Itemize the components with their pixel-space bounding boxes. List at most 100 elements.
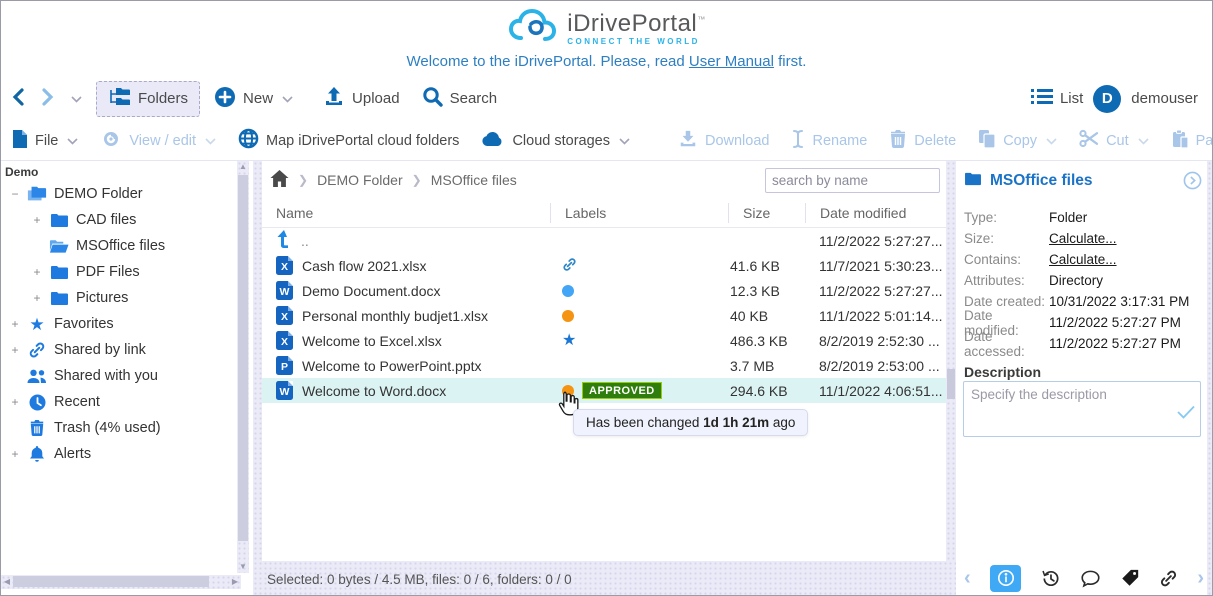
breadcrumb-item-demo-folder[interactable]: DEMO Folder: [317, 172, 403, 188]
orange-dot-label-icon[interactable]: [562, 310, 574, 322]
breadcrumb-item-msoffice-files[interactable]: MSOffice files: [431, 172, 517, 188]
tree-item-alerts[interactable]: + Alerts: [1, 441, 253, 467]
clipboard-icon: [1171, 129, 1189, 153]
eye-icon: [100, 131, 122, 151]
cut-button[interactable]: Cut: [1079, 129, 1149, 152]
tabs-scroll-left-icon[interactable]: ‹: [964, 568, 971, 588]
collapse-expander[interactable]: −: [9, 187, 21, 201]
sidebar-horizontal-scrollbar[interactable]: ◀ ▶: [1, 575, 241, 589]
tree-item-favorites[interactable]: + ★ Favorites: [1, 311, 253, 337]
home-icon[interactable]: [270, 170, 289, 190]
blue-dot-label-icon[interactable]: [562, 285, 574, 297]
tabs-scroll-right-icon[interactable]: ›: [1197, 568, 1204, 588]
labels-tab-button[interactable]: [1120, 568, 1140, 588]
tree-item-label: Shared with you: [54, 368, 158, 384]
table-row-demo-document[interactable]: W Demo Document.docx 12.3 KB 11/2/2022 5…: [262, 278, 946, 303]
map-cloud-folders-button[interactable]: Map iDrivePortal cloud folders: [238, 128, 459, 153]
tree-item-cad-files[interactable]: + CAD files: [1, 207, 253, 233]
sidebar-vertical-scrollbar[interactable]: ▲ ▼: [237, 161, 249, 573]
expand-details-icon[interactable]: [1183, 171, 1202, 195]
expand-expander[interactable]: +: [9, 317, 21, 331]
tree-item-shared-with-you[interactable]: Shared with you: [1, 363, 253, 389]
list-view-button[interactable]: List: [1031, 88, 1083, 109]
upload-button[interactable]: Upload: [323, 86, 400, 112]
user-avatar[interactable]: D: [1093, 85, 1121, 113]
scroll-thumb[interactable]: [13, 576, 209, 587]
cut-label: Cut: [1106, 133, 1129, 149]
links-tab-button[interactable]: [1159, 569, 1178, 588]
tree-item-demo-folder[interactable]: − DEMO Folder: [1, 181, 253, 207]
column-header-date-modified[interactable]: Date modified: [805, 203, 946, 223]
rename-button[interactable]: Rename: [791, 129, 867, 153]
forward-button[interactable]: [40, 87, 55, 111]
expand-expander[interactable]: +: [31, 291, 43, 305]
tree-item-label: Alerts: [54, 446, 91, 462]
details-title-text: MSOffice files: [990, 172, 1093, 190]
brand-name: iDrivePortal™: [567, 12, 706, 36]
field-label: Contains:: [964, 252, 1049, 267]
star-label-icon[interactable]: ★: [562, 333, 576, 349]
download-label: Download: [705, 133, 770, 149]
expand-expander[interactable]: +: [31, 213, 43, 227]
description-box: [963, 381, 1201, 437]
filelist-vertical-scrollbar[interactable]: [946, 161, 956, 596]
table-row-welcome-powerpoint[interactable]: P Welcome to PowerPoint.pptx 3.7 MB 8/2/…: [262, 353, 946, 378]
user-manual-link[interactable]: User Manual: [689, 53, 774, 70]
new-button[interactable]: New: [214, 86, 293, 112]
search-input[interactable]: [766, 173, 955, 188]
column-header-size[interactable]: Size: [728, 203, 805, 223]
tree-item-trash[interactable]: Trash (4% used): [1, 415, 253, 441]
scroll-left-arrow[interactable]: ◀: [1, 575, 13, 589]
expand-expander[interactable]: +: [31, 265, 43, 279]
scroll-right-arrow[interactable]: ▶: [229, 575, 241, 589]
scroll-thumb[interactable]: [238, 175, 248, 541]
expand-expander[interactable]: +: [9, 343, 21, 357]
history-dropdown-chevron-icon[interactable]: [71, 91, 82, 106]
back-button[interactable]: [11, 87, 26, 111]
details-title: MSOffice files: [964, 171, 1093, 191]
delete-button[interactable]: Delete: [889, 129, 956, 153]
description-textarea[interactable]: [964, 382, 1200, 436]
tree-item-pdf-files[interactable]: + PDF Files: [1, 259, 253, 285]
paste-button[interactable]: Paste: [1171, 129, 1213, 153]
username[interactable]: demouser: [1131, 90, 1198, 107]
calculate-contains-link[interactable]: Calculate...: [1049, 252, 1117, 267]
file-date: 11/2/2022 5:27:27...: [805, 283, 946, 299]
table-row-personal-budget[interactable]: X Personal monthly budjet1.xlsx 40 KB 11…: [262, 303, 946, 328]
tree-item-label: MSOffice files: [76, 238, 165, 254]
calculate-size-link[interactable]: Calculate...: [1049, 231, 1117, 246]
table-row-cash-flow[interactable]: X Cash flow 2021.xlsx 41.6 KB 11/7/2021 …: [262, 253, 946, 278]
table-row-welcome-excel[interactable]: X Welcome to Excel.xlsx ★ 486.3 KB 8/2/2…: [262, 328, 946, 353]
expand-expander[interactable]: +: [9, 447, 21, 461]
file-date: 11/1/2022 5:01:14...: [805, 308, 946, 324]
column-header-labels[interactable]: Labels: [550, 203, 728, 223]
confirm-check-icon[interactable]: [1177, 405, 1195, 424]
comments-tab-button[interactable]: [1080, 569, 1101, 588]
bell-icon: [27, 445, 47, 463]
tree-item-recent[interactable]: + Recent: [1, 389, 253, 415]
expand-expander[interactable]: +: [9, 395, 21, 409]
tree-item-shared-by-link[interactable]: + Shared by link: [1, 337, 253, 363]
field-value-date-created: 10/31/2022 3:17:31 PM: [1049, 294, 1189, 309]
copy-button[interactable]: Copy: [978, 129, 1057, 153]
file-menu-button[interactable]: File: [11, 129, 78, 153]
table-row-welcome-word[interactable]: W Welcome to Word.docx APPROVED 294.6 KB…: [262, 378, 946, 403]
info-tab-button[interactable]: [990, 565, 1022, 592]
search-button[interactable]: Search: [422, 86, 498, 111]
column-header-name[interactable]: Name: [262, 203, 550, 223]
scroll-up-arrow[interactable]: ▲: [237, 161, 249, 173]
view-edit-button[interactable]: View / edit: [100, 131, 216, 151]
history-tab-button[interactable]: [1040, 568, 1061, 589]
tree-item-msoffice-files[interactable]: MSOffice files: [1, 233, 253, 259]
scroll-down-arrow[interactable]: ▼: [237, 561, 249, 573]
file-name: Welcome to Word.docx: [302, 383, 446, 399]
shared-link-label-icon[interactable]: [562, 257, 577, 275]
scroll-thumb[interactable]: [947, 369, 955, 399]
cloud-storages-button[interactable]: Cloud storages: [481, 130, 630, 151]
details-tabs-bar: ‹ ›: [956, 561, 1213, 595]
folders-button[interactable]: Folders: [96, 81, 200, 117]
download-button[interactable]: Download: [678, 129, 770, 153]
upload-button-label: Upload: [352, 90, 400, 107]
tree-item-pictures[interactable]: + Pictures: [1, 285, 253, 311]
table-row-up[interactable]: .. 11/2/2022 5:27:27...: [262, 228, 946, 253]
